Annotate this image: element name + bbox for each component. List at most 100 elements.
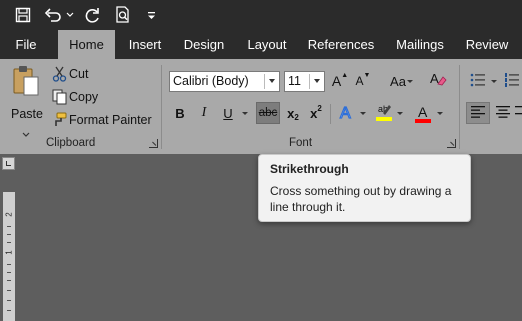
shrink-arrow-icon: ▼ <box>363 71 371 79</box>
subscript-button[interactable]: x2 <box>284 102 302 124</box>
copy-label: Copy <box>69 90 99 104</box>
ribbon-tabs: File Home Insert Design Layout Reference… <box>0 30 522 59</box>
font-color-dropdown-icon[interactable] <box>437 112 443 115</box>
subscript-label: x <box>287 105 295 121</box>
italic-button[interactable]: I <box>194 102 214 124</box>
tab-home[interactable]: Home <box>58 30 115 59</box>
chevron-down-icon <box>407 80 413 83</box>
underline-button[interactable]: U <box>218 102 238 124</box>
group-separator <box>459 65 460 149</box>
font-launcher-icon[interactable] <box>447 139 456 148</box>
format-painter-label: Format Painter <box>69 113 152 127</box>
font-color-label: A <box>418 104 428 120</box>
clipboard-group-label: Clipboard <box>46 137 96 149</box>
ribbon-home: Paste Cut Copy Format Painter Clipboard … <box>0 59 522 154</box>
ruler-tick <box>7 310 11 311</box>
subscript-sub: 2 <box>294 112 299 122</box>
grow-arrow-icon: ▲ <box>341 71 349 79</box>
change-case-button[interactable]: Aa <box>381 70 415 92</box>
ruler-number: 1 <box>4 250 14 255</box>
superscript-button[interactable]: x2 <box>307 102 325 124</box>
tab-selector-icon[interactable] <box>2 157 15 170</box>
text-effects-dropdown-icon[interactable] <box>360 112 366 115</box>
align-center-icon <box>496 105 510 121</box>
align-right-button[interactable] <box>515 102 522 124</box>
tooltip-description: Cross something out by drawing a line th… <box>270 184 452 214</box>
svg-text:A: A <box>430 71 439 86</box>
customize-qat-icon[interactable] <box>144 4 158 26</box>
vertical-ruler: 2 1 <box>3 192 15 321</box>
undo-icon[interactable] <box>42 4 64 26</box>
text-effects-button[interactable]: A <box>336 102 358 124</box>
clipboard-launcher-icon[interactable] <box>149 139 158 148</box>
bullets-button[interactable] <box>467 70 489 92</box>
font-size-combo[interactable]: 11 <box>284 71 325 92</box>
ruler-tick <box>7 300 11 301</box>
bullets-icon <box>470 73 486 90</box>
tab-design[interactable]: Design <box>179 30 229 59</box>
superscript-label: x <box>310 105 318 121</box>
bold-button[interactable]: B <box>170 102 190 124</box>
ruler-tick <box>7 226 11 227</box>
font-color-bar <box>415 119 431 123</box>
font-name-value: Calibri (Body) <box>173 74 249 88</box>
text-effects-icon: A <box>338 103 356 124</box>
font-size-value: 11 <box>288 74 301 88</box>
strikethrough-tooltip: Strikethrough Cross something out by dra… <box>258 154 471 222</box>
highlight-button[interactable]: ab <box>373 102 395 124</box>
chevron-down-icon <box>269 79 275 83</box>
tooltip-title: Strikethrough <box>270 162 349 176</box>
paste-label: Paste <box>11 107 43 121</box>
font-name-combo[interactable]: Calibri (Body) <box>169 71 280 92</box>
ruler-tick <box>7 234 11 235</box>
numbering-icon <box>504 72 520 90</box>
paste-dropdown-icon <box>22 125 30 143</box>
tab-insert[interactable]: Insert <box>122 30 168 59</box>
ruler-tick <box>7 272 11 273</box>
align-right-icon <box>515 105 522 121</box>
align-left-icon <box>471 105 485 121</box>
highlight-dropdown-icon[interactable] <box>397 112 403 115</box>
shrink-font-button[interactable]: A ▼ <box>354 70 372 92</box>
align-center-button[interactable] <box>493 102 513 124</box>
redo-icon[interactable] <box>82 4 104 26</box>
quick-access-toolbar <box>0 0 522 30</box>
tab-mailings[interactable]: Mailings <box>389 30 451 59</box>
ruler-tick <box>7 290 11 291</box>
numbering-button[interactable] <box>503 70 521 92</box>
copy-button[interactable]: Copy <box>50 88 106 108</box>
font-group-label: Font <box>289 137 313 149</box>
grow-font-label: A <box>331 73 342 89</box>
bullets-dropdown-icon[interactable] <box>491 80 497 83</box>
strikethrough-button[interactable]: abc <box>256 102 280 124</box>
chevron-down-icon <box>314 79 320 83</box>
svg-text:A: A <box>340 105 351 121</box>
tab-references[interactable]: References <box>305 30 377 59</box>
format-painter-icon <box>52 112 67 133</box>
ruler-number: 2 <box>4 212 14 217</box>
tab-file[interactable]: File <box>6 30 46 59</box>
font-color-button[interactable]: A <box>412 102 434 124</box>
ruler-tick <box>7 280 11 281</box>
group-separator <box>161 65 162 149</box>
underline-dropdown-icon[interactable] <box>242 112 248 115</box>
ruler-tick <box>7 264 11 265</box>
shrink-font-label: A <box>355 74 364 88</box>
tab-layout[interactable]: Layout <box>241 30 293 59</box>
align-left-button[interactable] <box>466 102 490 124</box>
undo-dropdown-icon[interactable] <box>64 4 76 26</box>
format-painter-button[interactable]: Format Painter <box>50 111 152 133</box>
paste-button[interactable]: Paste <box>8 65 44 137</box>
clear-formatting-button[interactable]: A <box>427 69 449 91</box>
scissors-icon <box>52 66 67 87</box>
cut-button[interactable]: Cut <box>50 65 100 85</box>
superscript-sup: 2 <box>317 103 322 113</box>
print-preview-icon[interactable] <box>112 4 134 26</box>
group-separator <box>330 104 331 124</box>
grow-font-button[interactable]: A ▲ <box>331 70 349 92</box>
tab-review[interactable]: Review <box>462 30 512 59</box>
ruler-tick <box>7 242 11 243</box>
save-icon[interactable] <box>12 4 34 26</box>
eraser-icon: A <box>429 70 447 91</box>
cut-label: Cut <box>69 67 89 81</box>
